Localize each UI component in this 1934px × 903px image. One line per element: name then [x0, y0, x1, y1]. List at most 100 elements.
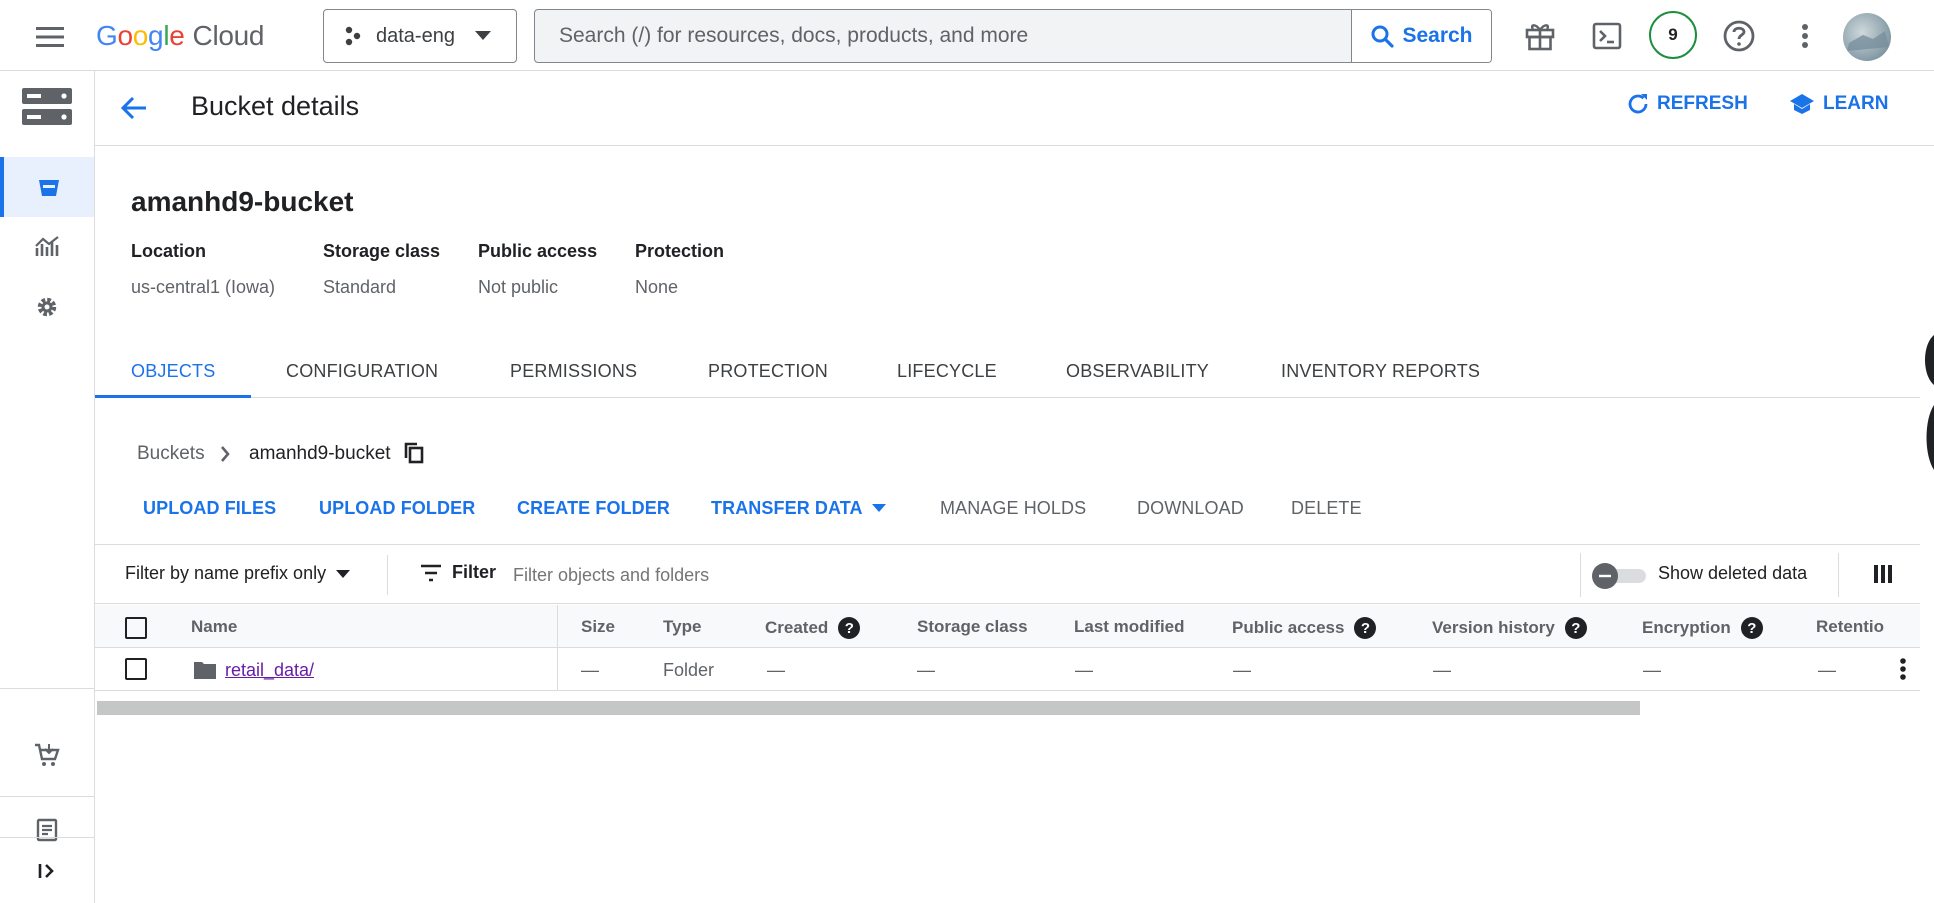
- tab-bar: OBJECTS CONFIGURATION PERMISSIONS PROTEC…: [95, 347, 1920, 398]
- help-icon[interactable]: ?: [1740, 617, 1763, 639]
- sidebar-item-buckets[interactable]: [0, 157, 94, 217]
- show-deleted-toggle[interactable]: [1592, 563, 1648, 589]
- project-icon: [345, 26, 361, 46]
- sidebar-item-settings[interactable]: [0, 277, 94, 337]
- help-icon[interactable]: ?: [838, 617, 861, 639]
- table-row[interactable]: retail_data/ — Folder — — — — — — —: [95, 648, 1920, 691]
- row-checkbox[interactable]: [125, 658, 147, 680]
- expand-icon: [38, 864, 54, 878]
- copy-icon[interactable]: [404, 442, 424, 464]
- column-encryption-label: Encryption: [1642, 618, 1731, 637]
- row-more-vert-icon[interactable]: [1900, 658, 1906, 680]
- project-name: data-eng: [376, 24, 455, 47]
- refresh-button[interactable]: REFRESH: [1627, 93, 1748, 115]
- cell-public-access: —: [1233, 660, 1251, 680]
- public-access-value: Not public: [478, 277, 559, 297]
- delete-button[interactable]: DELETE: [1291, 498, 1362, 519]
- download-button[interactable]: DOWNLOAD: [1137, 498, 1244, 519]
- logo-letter: o: [132, 20, 149, 51]
- menu-icon[interactable]: [30, 17, 70, 57]
- active-tab-indicator: [95, 395, 251, 398]
- chevron-right-icon: [220, 446, 230, 462]
- cell-encryption: —: [1643, 660, 1661, 680]
- back-arrow-icon[interactable]: [120, 95, 148, 121]
- school-icon: [1790, 94, 1814, 114]
- help-icon[interactable]: [1718, 15, 1760, 57]
- search-icon: [1371, 25, 1395, 48]
- divider: [1580, 553, 1581, 597]
- avatar[interactable]: [1843, 13, 1891, 61]
- page-header: Bucket details REFRESH LEARN: [95, 71, 1934, 146]
- tab-inventory-reports[interactable]: INVENTORY REPORTS: [1281, 361, 1480, 382]
- expand-rail-button[interactable]: [0, 841, 94, 901]
- rail-divider: [0, 688, 94, 689]
- horizontal-scrollbar[interactable]: [97, 701, 1640, 715]
- column-name-label: Name: [191, 617, 238, 636]
- upload-files-button[interactable]: UPLOAD FILES: [143, 498, 276, 519]
- filter-mode-label: Filter by name prefix only: [125, 563, 327, 583]
- help-icon[interactable]: ?: [1564, 617, 1587, 639]
- manage-holds-button[interactable]: MANAGE HOLDS: [940, 498, 1086, 519]
- tab-permissions[interactable]: PERMISSIONS: [510, 361, 637, 382]
- learn-button[interactable]: LEARN: [1789, 93, 1888, 115]
- create-folder-button[interactable]: CREATE FOLDER: [517, 498, 670, 519]
- tab-observability[interactable]: OBSERVABILITY: [1066, 361, 1209, 382]
- object-name-link[interactable]: retail_data/: [225, 660, 314, 681]
- column-version-history[interactable]: Version history?: [1432, 617, 1587, 639]
- sidebar-item-marketplace[interactable]: [0, 725, 94, 785]
- filter-icon: [421, 564, 441, 581]
- terminal-icon[interactable]: [1586, 15, 1628, 57]
- upload-folder-button[interactable]: UPLOAD FOLDER: [319, 498, 475, 519]
- search-input[interactable]: [535, 10, 1351, 62]
- gift-icon[interactable]: [1519, 15, 1561, 57]
- learn-label: LEARN: [1823, 93, 1889, 114]
- column-storage-class[interactable]: Storage class: [917, 617, 1028, 637]
- location-label: Location: [131, 241, 206, 261]
- project-selector[interactable]: data-eng: [323, 9, 517, 63]
- column-name[interactable]: Name: [191, 617, 237, 637]
- storage-class-label: Storage class: [323, 241, 441, 261]
- breadcrumb-current: amanhd9-bucket: [249, 443, 391, 464]
- top-bar: Google Cloud data-eng Search 9: [0, 0, 1934, 71]
- notification-badge[interactable]: 9: [1649, 11, 1697, 59]
- logo-letter: G: [96, 20, 118, 51]
- logo-letter: e: [169, 20, 185, 51]
- breadcrumb-buckets[interactable]: Buckets: [137, 443, 205, 465]
- column-retention[interactable]: Retentio: [1816, 617, 1884, 637]
- left-rail: [0, 71, 95, 903]
- caret-down-icon[interactable]: [872, 504, 886, 512]
- tab-protection[interactable]: PROTECTION: [708, 361, 828, 382]
- search-button[interactable]: Search: [1351, 10, 1491, 62]
- column-type[interactable]: Type: [663, 617, 701, 637]
- column-size[interactable]: Size: [581, 617, 615, 637]
- page-title: Bucket details: [191, 91, 360, 121]
- column-encryption[interactable]: Encryption?: [1642, 617, 1763, 639]
- select-all-checkbox[interactable]: [125, 617, 147, 639]
- tab-objects[interactable]: OBJECTS: [131, 361, 215, 382]
- filter-input[interactable]: [513, 559, 1213, 591]
- cell-storage-class: —: [917, 660, 935, 680]
- google-cloud-logo[interactable]: Google Cloud: [96, 16, 265, 56]
- logo-cloud-text: Cloud: [192, 20, 265, 51]
- transfer-data-button[interactable]: TRANSFER DATA: [711, 498, 863, 519]
- location-value: us-central1 (Iowa): [131, 277, 276, 297]
- filter-mode-dropdown[interactable]: Filter by name prefix only: [125, 563, 351, 584]
- divider: [387, 555, 388, 595]
- filter-button[interactable]: Filter: [420, 562, 496, 583]
- protection-value: None: [635, 277, 679, 297]
- help-icon[interactable]: ?: [1354, 617, 1377, 639]
- cloud-storage-product-icon[interactable]: [22, 88, 72, 126]
- column-public-access[interactable]: Public access?: [1232, 617, 1377, 639]
- column-size-label: Size: [581, 617, 616, 636]
- more-vert-icon[interactable]: [1784, 15, 1826, 57]
- tab-configuration[interactable]: CONFIGURATION: [286, 361, 438, 382]
- column-last-modified[interactable]: Last modified: [1074, 617, 1185, 637]
- sidebar-item-monitoring[interactable]: [0, 217, 94, 277]
- column-display-icon[interactable]: [1873, 564, 1893, 584]
- cart-icon: [35, 743, 60, 766]
- cell-created: —: [767, 660, 785, 680]
- column-type-label: Type: [663, 617, 702, 636]
- cell-version-history: —: [1433, 660, 1451, 680]
- tab-lifecycle[interactable]: LIFECYCLE: [897, 361, 997, 382]
- column-created[interactable]: Created?: [765, 617, 861, 639]
